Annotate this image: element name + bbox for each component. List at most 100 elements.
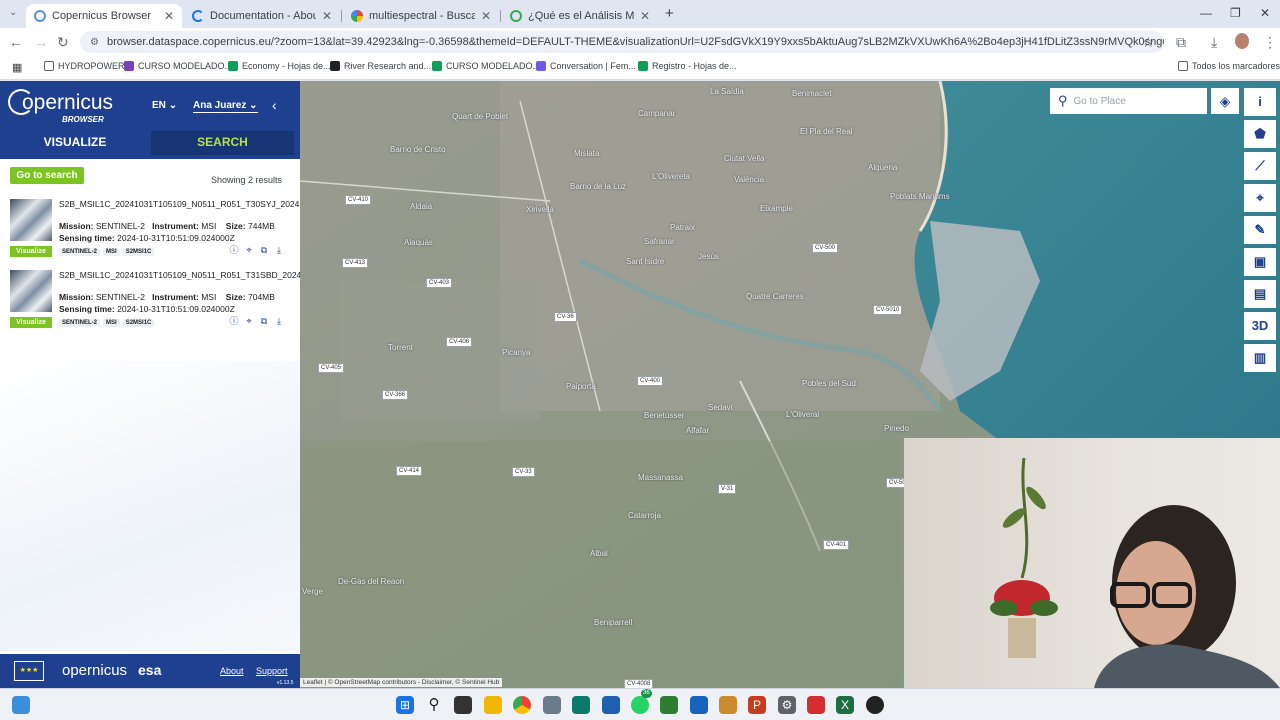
recording-icon[interactable] bbox=[866, 696, 884, 714]
go-to-search-button[interactable]: Go to search bbox=[10, 167, 84, 184]
windows-start-icon[interactable]: ⊞ bbox=[396, 696, 414, 714]
copy-icon[interactable]: ⧉ bbox=[259, 245, 269, 255]
measure-icon[interactable]: ✎ bbox=[1244, 216, 1276, 244]
download-icon[interactable]: ⤓ bbox=[1211, 34, 1217, 51]
bookmark-item[interactable]: Registro - Hojas de... bbox=[638, 61, 737, 71]
powerpoint-icon[interactable]: P bbox=[748, 696, 766, 714]
minimize-icon[interactable]: — bbox=[1200, 6, 1212, 20]
bookmark-item[interactable]: Economy - Hojas de... bbox=[228, 61, 331, 71]
close-icon[interactable]: ✕ bbox=[640, 9, 650, 23]
bookmark-item[interactable]: CURSO MODELADO... bbox=[432, 61, 540, 71]
visualize-button[interactable]: Visualize bbox=[10, 246, 52, 257]
histogram-icon[interactable]: ▥ bbox=[1244, 344, 1276, 372]
tab-copernicus-browser[interactable]: Copernicus Browser ✕ bbox=[26, 4, 182, 28]
about-link[interactable]: About bbox=[220, 666, 244, 676]
bookmark-star-icon[interactable]: ☆ bbox=[1142, 34, 1155, 51]
copy-icon[interactable]: ⧉ bbox=[259, 316, 269, 326]
bookmark-item[interactable]: River Research and... bbox=[330, 61, 431, 71]
tab-google-search[interactable]: multiespectral - Buscar con Go ✕ bbox=[343, 4, 499, 28]
apps-grid-icon[interactable]: ▦ bbox=[12, 61, 22, 74]
notes-icon[interactable] bbox=[690, 696, 708, 714]
instrument-value: MSI bbox=[201, 292, 217, 302]
back-icon[interactable]: ← bbox=[9, 34, 23, 50]
google-favicon-icon bbox=[351, 10, 363, 22]
task-view-icon[interactable] bbox=[454, 696, 472, 714]
poinsettia-plant-image bbox=[990, 458, 1058, 658]
calculator-icon[interactable] bbox=[543, 696, 561, 714]
layers-icon[interactable]: ◈ bbox=[1211, 88, 1239, 114]
info-icon[interactable]: i bbox=[1244, 88, 1276, 116]
extensions-icon[interactable]: ⧉ bbox=[1176, 34, 1186, 51]
mission-value: SENTINEL-2 bbox=[95, 221, 145, 231]
tab-analisis-multiespectral[interactable]: ¿Qué es el Análisis Multiespec ✕ bbox=[502, 4, 658, 28]
new-tab-button[interactable]: + bbox=[665, 5, 674, 22]
result-thumbnail[interactable] bbox=[10, 199, 52, 241]
all-bookmarks[interactable]: Todos los marcadores bbox=[1178, 61, 1280, 71]
list-item[interactable]: Visualize S2B_MSIL1C_20241031T105109_N05… bbox=[10, 270, 378, 336]
zoom-to-tile-icon[interactable]: ⌖ bbox=[244, 316, 254, 326]
support-link[interactable]: Support bbox=[256, 666, 288, 676]
tab-label: ¿Qué es el Análisis Multiespec bbox=[528, 10, 634, 22]
list-item[interactable]: Visualize S2B_MSIL1C_20241031T105109_N05… bbox=[10, 199, 376, 265]
draw-line-icon[interactable]: ⟋ bbox=[1244, 152, 1276, 180]
settings-icon[interactable]: ⚙ bbox=[778, 696, 796, 714]
tab-label: Copernicus Browser bbox=[52, 10, 152, 22]
tab-search[interactable]: SEARCH bbox=[151, 131, 294, 155]
tab-label: multiespectral - Buscar con Go bbox=[369, 10, 475, 22]
info-icon[interactable]: ⓘ bbox=[229, 316, 239, 326]
file-explorer-icon[interactable] bbox=[484, 696, 502, 714]
excel-icon[interactable]: X bbox=[836, 696, 854, 714]
maps-icon[interactable] bbox=[602, 696, 620, 714]
menu-kebab-icon[interactable]: ⋮ bbox=[1263, 34, 1277, 51]
restore-icon[interactable]: ❐ bbox=[1230, 6, 1241, 20]
place-label: Ciutat Vella bbox=[724, 154, 765, 163]
close-icon[interactable]: ✕ bbox=[481, 9, 491, 23]
forward-icon[interactable]: → bbox=[34, 34, 48, 50]
window-close-icon[interactable]: ✕ bbox=[1260, 6, 1270, 20]
site-info-icon[interactable]: ⚙ bbox=[90, 37, 99, 48]
search-icon[interactable]: ⚲ bbox=[425, 696, 443, 714]
3d-view-icon[interactable]: 3D bbox=[1244, 312, 1276, 340]
language-select[interactable]: EN ⌄ bbox=[152, 100, 177, 111]
info-icon[interactable]: ⓘ bbox=[229, 245, 239, 255]
site-favicon-icon bbox=[510, 10, 522, 22]
download-image-icon[interactable]: ▣ bbox=[1244, 248, 1276, 276]
tab-label: Documentation - About the Br bbox=[210, 10, 316, 22]
copernicus-browser-logo[interactable]: opernicus BROWSER bbox=[8, 87, 113, 127]
chrome-icon[interactable] bbox=[513, 696, 531, 714]
download-icon[interactable]: ⤓ bbox=[274, 316, 284, 326]
collapse-sidebar-icon[interactable]: ‹ bbox=[272, 97, 277, 113]
bookmark-item[interactable]: CURSO MODELADO... bbox=[124, 61, 232, 71]
go-to-place-input[interactable]: ⚲ Go to Place bbox=[1050, 88, 1207, 114]
result-thumbnail[interactable] bbox=[10, 270, 52, 312]
road-label: CV-366 bbox=[382, 390, 409, 400]
logo-subtitle: BROWSER bbox=[62, 115, 104, 124]
zoom-to-tile-icon[interactable]: ⌖ bbox=[244, 245, 254, 255]
whatsapp-icon[interactable]: 36 bbox=[631, 689, 652, 714]
close-icon[interactable]: ✕ bbox=[164, 9, 174, 23]
tab-documentation[interactable]: Documentation - About the Br ✕ bbox=[184, 4, 340, 28]
place-marker-icon[interactable]: ⌖ bbox=[1244, 184, 1276, 212]
bookmark-item[interactable]: Conversation | Fem... bbox=[536, 61, 636, 71]
tab-search-dropdown-icon[interactable]: ⌄ bbox=[9, 7, 17, 18]
reload-icon[interactable]: ↻ bbox=[57, 34, 69, 51]
bookmark-item[interactable]: HYDROPOWER bbox=[44, 61, 125, 71]
timelapse-icon[interactable]: ▤ bbox=[1244, 280, 1276, 308]
close-icon[interactable]: ✕ bbox=[322, 9, 332, 23]
profile-avatar[interactable] bbox=[1235, 33, 1249, 49]
app-icon[interactable] bbox=[572, 696, 590, 714]
road-label: CV-33 bbox=[512, 467, 535, 477]
mission-value: SENTINEL-2 bbox=[95, 292, 145, 302]
pencil-icon[interactable] bbox=[719, 696, 737, 714]
place-label: Quatre Carreres bbox=[746, 292, 804, 301]
address-bar[interactable]: ⚙ browser.dataspace.copernicus.eu/?zoom=… bbox=[80, 31, 1164, 53]
draw-polygon-icon[interactable]: ⬟ bbox=[1244, 120, 1276, 148]
snipping-tool-icon[interactable] bbox=[807, 696, 825, 714]
eu-flag-icon: ★★★ bbox=[14, 661, 44, 681]
tab-visualize[interactable]: VISUALIZE bbox=[0, 131, 150, 155]
app-icon[interactable] bbox=[660, 696, 678, 714]
download-icon[interactable]: ⤓ bbox=[274, 245, 284, 255]
user-menu[interactable]: Ana Juarez ⌄ bbox=[193, 100, 258, 113]
visualize-button[interactable]: Visualize bbox=[10, 317, 52, 328]
widgets-icon[interactable] bbox=[12, 696, 30, 714]
